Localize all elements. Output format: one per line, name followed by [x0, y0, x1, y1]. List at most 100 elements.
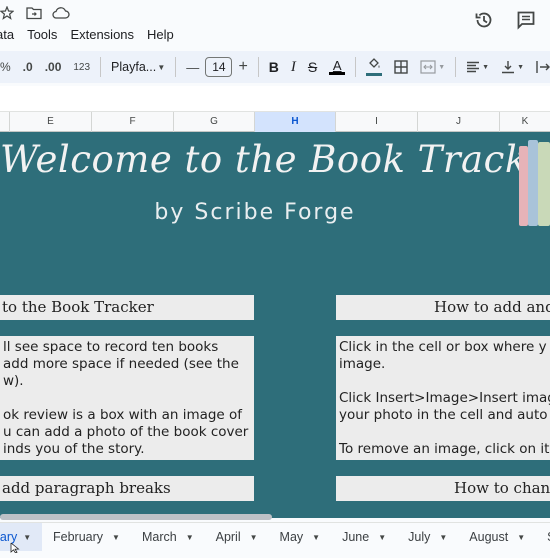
chevron-down-icon: ▼: [517, 63, 524, 71]
chevron-down-icon: ▼: [517, 532, 526, 542]
intro-body: ll see space to record ten books add mor…: [0, 336, 254, 460]
toolbar-divider: [100, 57, 102, 77]
images-header: How to add and r: [336, 295, 550, 320]
paint-bucket-icon: [367, 58, 381, 73]
font-family-select[interactable]: Playfa... ▼: [105, 55, 171, 79]
intro-line-5: ok review is a box with an image of: [3, 407, 243, 423]
toolbar-divider: [355, 57, 357, 77]
column-header-h[interactable]: H: [255, 112, 336, 132]
images-line-1: Click in the cell or box where y: [339, 339, 547, 355]
tab-may[interactable]: May ▼: [269, 523, 332, 551]
intro-line-6: u can add a photo of the book cover: [3, 424, 249, 440]
menu-extensions[interactable]: Extensions: [70, 27, 134, 42]
paragraph-breaks-header: add paragraph breaks: [0, 476, 254, 501]
bold-button[interactable]: B: [263, 55, 285, 79]
images-header-text: How to add and r: [434, 298, 550, 316]
column-header-f[interactable]: F: [92, 112, 174, 132]
chevron-down-icon: ▼: [438, 63, 446, 71]
chevron-down-icon: ▼: [249, 532, 258, 542]
move-to-folder-icon[interactable]: [26, 6, 42, 22]
decrease-decimal-label: .0: [22, 60, 33, 74]
cloud-icon[interactable]: [52, 6, 70, 22]
text-color-swatch: [329, 71, 346, 75]
book-spine-blue: [528, 140, 538, 226]
tab-july[interactable]: July ▼: [397, 523, 458, 551]
decrease-decimal-button[interactable]: .0: [17, 55, 39, 79]
borders-icon[interactable]: [388, 55, 414, 79]
font-family-value: Playfa...: [111, 60, 157, 74]
font-size-input[interactable]: 14: [205, 57, 233, 77]
tab-january[interactable]: nuary ▼: [0, 523, 42, 551]
star-icon[interactable]: [0, 5, 16, 22]
column-header-j[interactable]: J: [418, 112, 500, 132]
horizontal-scrollbar[interactable]: [0, 514, 272, 520]
history-icon[interactable]: [474, 10, 494, 35]
tab-february-label: February: [53, 530, 104, 544]
images-line-4: Click Insert>Image>Insert imag: [339, 390, 550, 406]
increase-decimal-label: .00: [44, 60, 62, 74]
text-color-button[interactable]: A: [323, 55, 351, 79]
number-format-button[interactable]: 123: [67, 55, 96, 79]
book-spine-green: [538, 142, 550, 226]
strikethrough-button[interactable]: S: [302, 55, 323, 79]
column-header-k[interactable]: K: [500, 112, 550, 132]
tab-march-label: March: [141, 530, 177, 544]
tab-april[interactable]: April ▼: [205, 523, 269, 551]
merge-cells-icon[interactable]: ▼: [414, 55, 451, 79]
comment-icon[interactable]: [516, 10, 536, 35]
column-header-i[interactable]: I: [336, 112, 418, 132]
fill-color-button[interactable]: [360, 55, 388, 79]
sheet-canvas[interactable]: Welcome to the Book Tracker by Scribe Fo…: [0, 132, 550, 518]
font-size-increase-button[interactable]: +: [232, 55, 253, 79]
sheet-tabs: nuary ▼ February ▼ March ▼ April ▼ May ▼ Jun…: [0, 522, 550, 551]
text-wrapping-icon[interactable]: [530, 55, 550, 79]
column-header-partial: [0, 112, 10, 132]
tab-july-label: July: [408, 530, 431, 544]
intro-line-2: add more space if needed (see the: [3, 356, 239, 372]
tab-february[interactable]: February ▼: [42, 523, 131, 551]
tab-june-label: June: [342, 530, 370, 544]
toolbar-divider: [455, 57, 457, 77]
chevron-down-icon: ▼: [112, 532, 120, 542]
column-header-g[interactable]: G: [174, 112, 255, 132]
menu-help[interactable]: Help: [147, 27, 174, 42]
tab-may-label: May: [279, 530, 304, 544]
menu-tools[interactable]: Tools: [27, 27, 57, 42]
doc-actions: [0, 5, 70, 26]
tab-august[interactable]: August ▼: [458, 523, 536, 551]
intro-line-7: inds you of the story.: [3, 441, 145, 457]
format-percent-button[interactable]: %: [0, 55, 17, 79]
toolbar-divider: [257, 57, 259, 77]
images-body: Click in the cell or box where y image. …: [336, 336, 550, 460]
right-actions: [474, 10, 536, 35]
fill-color-swatch: [366, 73, 383, 76]
chevron-down-icon: ▼: [157, 62, 166, 72]
increase-decimal-button[interactable]: .00: [39, 55, 68, 79]
chevron-down-icon: ▼: [312, 532, 321, 542]
images-line-5: your photo in the cell and auto: [339, 407, 548, 423]
vertical-align-icon[interactable]: ▼: [495, 55, 530, 79]
tab-march[interactable]: March ▼: [131, 523, 205, 551]
formula-bar[interactable]: [0, 86, 550, 112]
tab-september[interactable]: Se: [536, 523, 550, 551]
italic-button[interactable]: I: [285, 55, 302, 79]
tab-april-label: April: [215, 530, 241, 544]
books-illustration: [517, 140, 550, 226]
intro-line-1: ll see space to record ten books: [3, 339, 219, 355]
intro-line-3: w).: [3, 373, 24, 389]
tab-august-label: August: [469, 530, 509, 544]
toolbar-divider: [175, 57, 177, 77]
font-size-decrease-button[interactable]: —: [180, 55, 205, 79]
change-header: How to change: [336, 476, 550, 501]
column-header-e[interactable]: E: [10, 112, 92, 132]
horizontal-align-icon[interactable]: ▼: [460, 55, 495, 79]
tab-june[interactable]: June ▼: [331, 523, 397, 551]
intro-header: to the Book Tracker: [0, 295, 254, 320]
images-line-2: image.: [339, 356, 386, 372]
chevron-down-icon: ▼: [439, 532, 448, 542]
menu-data[interactable]: ata: [0, 27, 14, 42]
change-header-text: How to change: [454, 479, 550, 497]
